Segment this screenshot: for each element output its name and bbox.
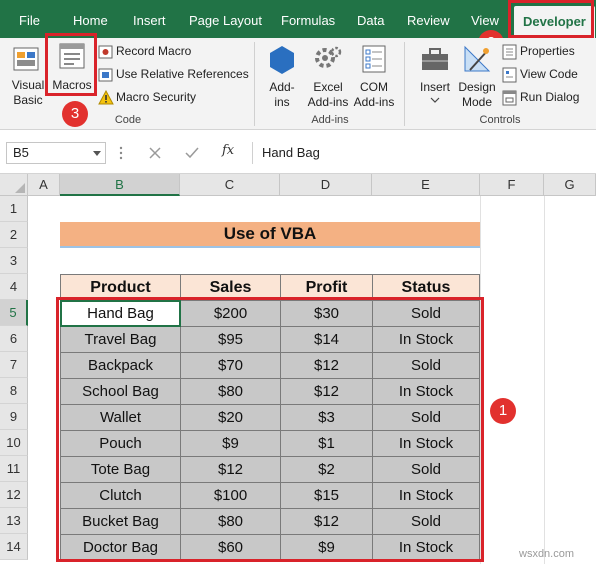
worksheet-grid: A B C D E F G 1 2 3 4 5 6 7 8 9 10 11 12… — [0, 174, 596, 564]
formula-bar-grip-icon — [119, 146, 123, 160]
design-mode-line2: Mode — [461, 95, 493, 109]
column-header-g[interactable]: G — [544, 174, 596, 196]
macro-security-button[interactable]: Macro Security — [116, 90, 196, 104]
name-box[interactable]: B5 — [6, 142, 106, 164]
column-header-b[interactable]: B — [60, 174, 180, 196]
row-header[interactable]: 1 — [0, 196, 28, 222]
record-macro-button[interactable]: Record Macro — [116, 44, 191, 58]
excel-addins-gear-icon — [315, 46, 342, 68]
cancel-icon[interactable] — [148, 146, 162, 160]
relative-references-icon — [98, 68, 113, 82]
step-badge-3: 3 — [62, 101, 88, 127]
com-addins-line1: COM — [360, 80, 388, 94]
row-header[interactable]: 11 — [0, 456, 28, 482]
ribbon-separator — [254, 42, 255, 126]
row-header[interactable]: 2 — [0, 222, 28, 248]
warning-icon — [98, 90, 114, 105]
insert-function-button[interactable]: fx — [222, 143, 234, 158]
row-header[interactable]: 4 — [0, 274, 28, 300]
data-range-highlight — [56, 297, 484, 562]
row-header[interactable]: 9 — [0, 404, 28, 430]
properties-button[interactable]: Properties — [520, 44, 575, 58]
tab-data[interactable]: Data — [357, 0, 384, 38]
visual-basic-icon — [13, 47, 39, 71]
row-header[interactable]: 3 — [0, 248, 28, 274]
com-addins-button[interactable]: COM Add-ins — [350, 80, 398, 110]
addins-line1: Add- — [269, 80, 295, 94]
tab-file[interactable]: File — [19, 0, 40, 38]
visual-basic-line1: Visual — [11, 78, 45, 92]
view-code-button[interactable]: View Code — [520, 67, 578, 81]
row-header[interactable]: 5 — [0, 300, 28, 326]
tab-review[interactable]: Review — [407, 0, 450, 38]
step-badge-1: 1 — [490, 398, 516, 424]
excel-addins-line1: Excel — [313, 80, 343, 94]
addins-line2: ins — [274, 95, 290, 109]
controls-group-label: Controls — [479, 114, 521, 126]
design-mode-button[interactable]: Design Mode — [456, 80, 498, 110]
tab-insert[interactable]: Insert — [133, 0, 166, 38]
insert-controls-button[interactable]: Insert — [414, 80, 456, 95]
formula-input[interactable]: Hand Bag — [252, 142, 596, 164]
name-box-dropdown-icon[interactable] — [92, 150, 102, 158]
record-macro-icon — [98, 45, 113, 59]
row-header[interactable]: 14 — [0, 534, 28, 560]
design-mode-line1: Design — [458, 80, 496, 94]
addins-hexagon-icon — [270, 46, 294, 74]
visual-basic-line2: Basic — [13, 93, 43, 107]
sheet-title-cell[interactable]: Use of VBA — [60, 222, 480, 248]
run-dialog-button[interactable]: Run Dialog — [520, 90, 579, 104]
chevron-down-icon — [430, 97, 440, 103]
design-mode-icon — [464, 45, 491, 72]
properties-icon — [502, 44, 517, 60]
view-code-icon — [502, 67, 517, 83]
com-addins-line2: Add-ins — [353, 95, 395, 109]
ribbon-separator — [404, 42, 405, 126]
macros-highlight — [45, 33, 97, 96]
column-header-e[interactable]: E — [372, 174, 480, 196]
row-header[interactable]: 12 — [0, 482, 28, 508]
insert-toolbox-icon — [422, 48, 448, 70]
row-header[interactable]: 7 — [0, 352, 28, 378]
row-header[interactable]: 10 — [0, 430, 28, 456]
excel-addins-line2: Add-ins — [307, 95, 349, 109]
com-addins-icon — [362, 45, 386, 73]
visual-basic-button[interactable]: Visual Basic — [6, 78, 50, 108]
row-header[interactable]: 6 — [0, 326, 28, 352]
run-dialog-icon — [502, 90, 517, 106]
column-header-a[interactable]: A — [28, 174, 60, 196]
tab-page-layout[interactable]: Page Layout — [189, 0, 262, 38]
formula-bar: B5 fx Hand Bag — [0, 130, 596, 174]
developer-tab-highlight — [508, 0, 594, 38]
use-relative-references-button[interactable]: Use Relative References — [116, 67, 249, 81]
watermark: wsxdn.com — [519, 548, 575, 560]
select-all-triangle-icon — [15, 183, 25, 193]
column-header-c[interactable]: C — [180, 174, 280, 196]
enter-check-icon[interactable] — [184, 146, 200, 160]
row-header[interactable]: 13 — [0, 508, 28, 534]
tab-formulas[interactable]: Formulas — [281, 0, 335, 38]
addins-button[interactable]: Add- ins — [264, 80, 300, 110]
column-header-f[interactable]: F — [480, 174, 544, 196]
gridline — [544, 196, 545, 564]
row-header[interactable]: 8 — [0, 378, 28, 404]
column-header-d[interactable]: D — [280, 174, 372, 196]
excel-addins-button[interactable]: Excel Add-ins — [304, 80, 352, 110]
addins-group-label: Add-ins — [311, 114, 349, 126]
code-group-label: Code — [114, 114, 142, 126]
